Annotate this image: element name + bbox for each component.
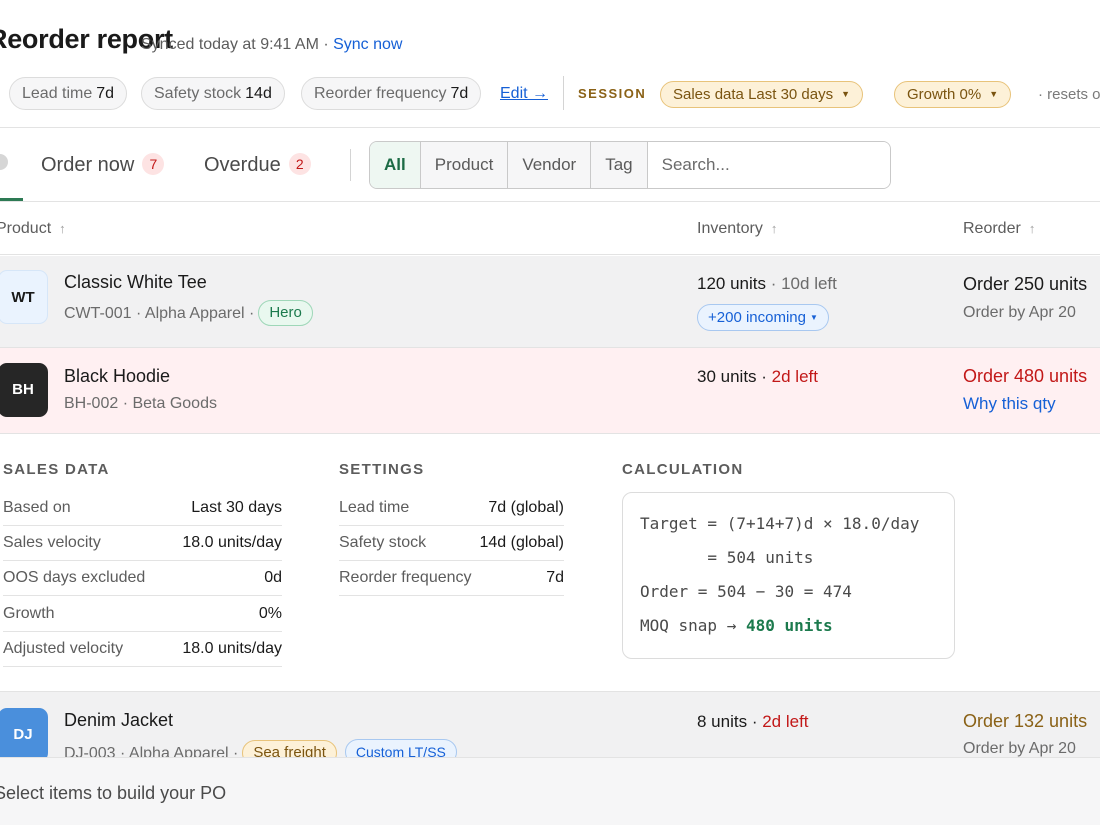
chevron-down-icon: ▼ — [841, 89, 851, 99]
chevron-down-icon: ▼ — [989, 89, 999, 99]
detail-row: Lead time 7d (global) — [339, 491, 564, 526]
reorder-frequency-pill[interactable]: Reorder frequency 7d — [301, 77, 482, 110]
detail-row: OOS days excluded 0d — [3, 561, 282, 596]
calc-moq-line: MOQ snap → 480 units — [640, 616, 833, 635]
sort-arrow-icon: ↑ — [59, 221, 66, 236]
sort-arrow-icon: ↑ — [770, 221, 778, 236]
moq-result: 480 units — [745, 616, 833, 635]
growth-dropdown[interactable]: Growth 0% ▼ — [894, 81, 1012, 108]
detail-row: Reorder frequency 7d — [339, 561, 564, 596]
calc-target-line: Target = (7+14+7)d × 18.0/day — [640, 514, 920, 533]
reorder-qty: Order 132 units — [963, 711, 1088, 731]
detail-row: Sales velocity 18.0 units/day — [3, 526, 282, 561]
table-row[interactable]: WT Classic White Tee CWT-001 · Alpha App… — [0, 256, 1100, 348]
session-label: SESSION — [578, 86, 647, 101]
filter-vendor-button[interactable]: Vendor — [508, 142, 592, 188]
column-header-product[interactable]: Product ↑ — [0, 220, 66, 238]
table-row[interactable]: DJ Denim Jacket DJ-003 · Alpha Apparel ·… — [0, 692, 1100, 757]
lead-time-pill[interactable]: Lead time 7d — [9, 77, 128, 110]
incoming-badge[interactable]: +200 incoming ▼ — [697, 304, 829, 331]
calculation-box: Target = (7+14+7)d × 18.0/day = 504 unit… — [622, 492, 955, 659]
divider — [350, 149, 351, 181]
sync-time: Synced today at 9:41 AM — [141, 36, 319, 53]
tag-badge: Custom LT/SS — [344, 739, 457, 757]
order-by-date: Order by Apr 20 — [963, 740, 1076, 757]
search-input[interactable] — [647, 142, 890, 188]
filter-tag-button[interactable]: Tag — [591, 142, 648, 188]
page-header: Reorder report Synced today at 9:41 AM ·… — [0, 0, 1100, 128]
count-badge: 7 — [142, 153, 165, 175]
resets-note: · resets on — [1038, 86, 1100, 103]
divider — [563, 76, 564, 110]
calculation-heading: CALCULATION — [622, 461, 744, 478]
reorder-detail-panel: SALES DATA Based on Last 30 days Sales ve… — [0, 434, 1100, 692]
count-badge: 2 — [288, 153, 311, 175]
filter-all-button[interactable]: All — [370, 142, 421, 188]
inventory-value: 8 units · 2d left — [697, 712, 809, 731]
settings-heading: SETTINGS — [339, 461, 425, 478]
sync-status: Synced today at 9:41 AM · Sync now — [141, 36, 403, 53]
product-name: Classic White Tee — [64, 272, 207, 292]
filter-group: All Product Vendor Tag — [369, 141, 891, 189]
product-meta: BH-002 · Beta Goods — [64, 395, 217, 412]
sync-now-link[interactable]: Sync now — [333, 36, 402, 53]
order-by-date: Order by Apr 20 — [963, 304, 1076, 321]
table-header: Product ↑ Inventory ↑ Reorder ↑ — [0, 203, 1100, 255]
avatar: WT — [0, 270, 48, 324]
column-header-inventory[interactable]: Inventory ↑ — [697, 220, 777, 238]
detail-row: Adjusted velocity 18.0 units/day — [3, 632, 282, 667]
edit-settings-link[interactable]: Edit → — [500, 85, 548, 103]
tab-overdue[interactable]: Overdue 2 — [204, 153, 311, 177]
product-name: Denim Jacket — [64, 710, 174, 730]
reorder-qty: Order 250 units — [963, 274, 1088, 294]
footer-hint: Select items to build your PO — [0, 783, 227, 803]
detail-row: Safety stock 14d (global) — [339, 526, 564, 561]
product-meta: CWT-001 · Alpha Apparel · Hero — [64, 300, 313, 326]
product-name: Black Hoodie — [64, 366, 171, 386]
calc-order-line: Order = 504 − 30 = 474 — [640, 582, 852, 601]
chevron-down-icon: ▼ — [809, 313, 818, 322]
detail-row: Based on Last 30 days — [3, 491, 282, 526]
safety-stock-pill[interactable]: Safety stock 14d — [141, 77, 285, 110]
active-tab-indicator — [0, 198, 23, 201]
table-row[interactable]: BH Black Hoodie BH-002 · Beta Goods 30 u… — [0, 348, 1100, 434]
footer-bar: Select items to build your PO — [0, 757, 1100, 825]
calc-target-result: = 504 units — [640, 548, 814, 567]
filter-product-button[interactable]: Product — [420, 142, 509, 188]
sort-arrow-icon: ↑ — [1028, 221, 1036, 236]
column-header-reorder[interactable]: Reorder ↑ — [963, 220, 1035, 238]
detail-row: Growth 0% — [3, 597, 282, 632]
product-meta: DJ-003 · Alpha Apparel · Sea freight Custo… — [64, 739, 457, 757]
tab-all-badge[interactable] — [0, 154, 8, 170]
reorder-qty: Order 480 units — [963, 366, 1088, 386]
tab-order-now[interactable]: Order now 7 — [41, 153, 165, 177]
inventory-value: 120 units · 10d left — [697, 274, 837, 293]
avatar: DJ — [0, 708, 48, 757]
tag-badge: Sea freight — [242, 740, 337, 757]
inventory-value: 30 units · 2d left — [697, 367, 818, 386]
why-this-qty-link[interactable]: Why this qty — [963, 394, 1056, 414]
sales-data-heading: SALES DATA — [3, 461, 110, 478]
avatar: BH — [0, 363, 48, 417]
sales-data-dropdown[interactable]: Sales data Last 30 days ▼ — [660, 81, 864, 108]
tabs-bar: Order now 7 Overdue 2 All Product Vendor T… — [0, 129, 1100, 202]
tag-badge: Hero — [258, 300, 313, 326]
